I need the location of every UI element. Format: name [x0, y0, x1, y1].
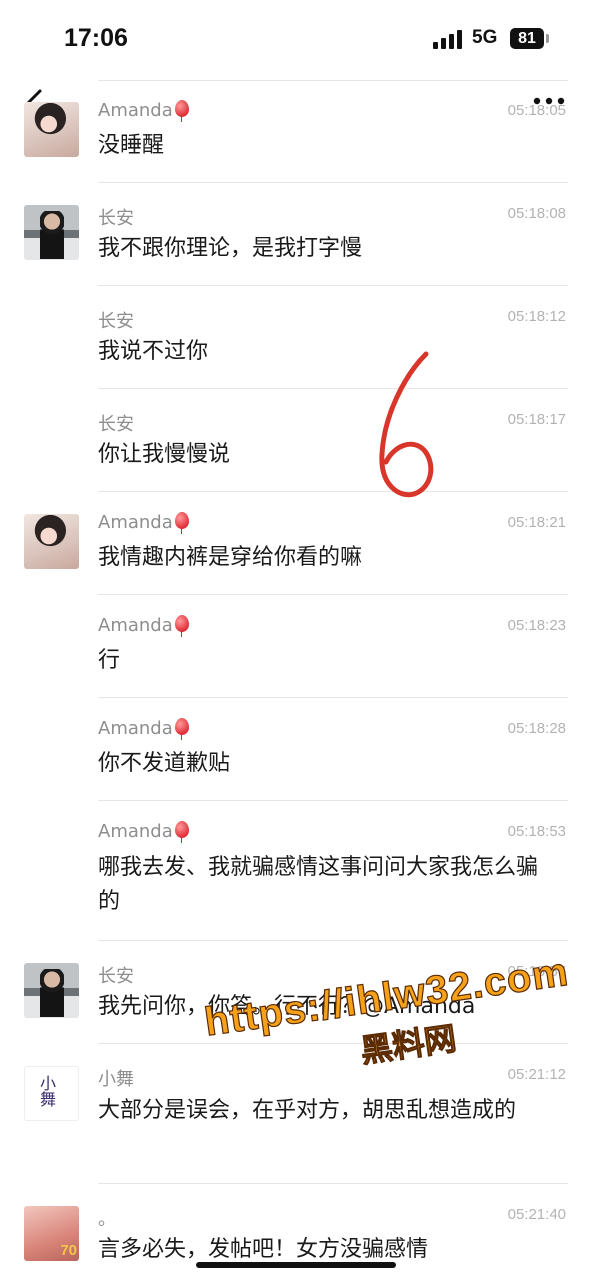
- message-text: 我情趣内裤是穿给你看的嘛: [98, 545, 363, 570]
- network-type: 5G: [472, 27, 498, 48]
- sender-name[interactable]: 长安: [98, 204, 134, 230]
- message-time: 05:18:17: [507, 411, 566, 428]
- sender-name[interactable]: Amanda: [98, 615, 189, 637]
- message-item[interactable]: Amanda 05:18:53 哪我去发、我就骗感情这事问问大家我怎么骗的: [0, 801, 592, 941]
- message-item[interactable]: 长安 05:18:17 你让我慢慢说: [0, 389, 592, 492]
- balloon-icon: [174, 615, 189, 637]
- message-text: 你让我慢慢说: [98, 442, 231, 467]
- amanda-avatar[interactable]: [24, 102, 79, 157]
- battery-tip: [546, 34, 549, 43]
- battery-icon: 81: [510, 28, 544, 49]
- message-time: 05:18:12: [507, 308, 566, 325]
- sender-name[interactable]: Amanda: [98, 821, 189, 843]
- message-time: 05:18:05: [507, 102, 566, 119]
- message-text: 没睡醒: [98, 133, 165, 158]
- dot-avatar[interactable]: 70: [24, 1206, 79, 1261]
- message-time: 05:18:28: [507, 720, 566, 737]
- status-bar: 17:06 5G 81: [0, 0, 592, 78]
- balloon-icon: [174, 512, 189, 534]
- handwritten-six-annotation: [379, 351, 434, 498]
- sender-name[interactable]: 长安: [98, 962, 134, 988]
- message-item[interactable]: Amanda 05:18:21 我情趣内裤是穿给你看的嘛: [0, 492, 592, 595]
- message-text: 我不跟你理论，是我打字慢: [98, 236, 363, 261]
- sender-name[interactable]: Amanda: [98, 718, 189, 740]
- sender-name[interactable]: 长安: [98, 410, 134, 436]
- message-text: 大部分是误会，在乎对方，胡思乱想造成的: [98, 1098, 517, 1123]
- message-time: 05:18:21: [507, 514, 566, 531]
- message-item[interactable]: 长安 05:18:08 我不跟你理论，是我打字慢: [0, 183, 592, 286]
- signal-bars-icon: [433, 29, 465, 49]
- message-text: 我说不过你: [98, 339, 209, 364]
- balloon-icon: [174, 821, 189, 843]
- sender-name[interactable]: Amanda: [98, 512, 189, 534]
- message-item[interactable]: Amanda 05:18:23 行: [0, 595, 592, 698]
- message-item[interactable]: 长安 05:18:12 我说不过你: [0, 286, 592, 389]
- message-text: 行: [98, 648, 121, 673]
- sender-name[interactable]: 小舞: [98, 1065, 134, 1091]
- message-text: 你不发道歉贴: [98, 751, 231, 776]
- status-time: 17:06: [64, 24, 128, 52]
- balloon-icon: [174, 100, 189, 122]
- message-item[interactable]: Amanda 05:18:28 你不发道歉贴: [0, 698, 592, 801]
- changan-avatar[interactable]: [24, 963, 79, 1018]
- sender-name[interactable]: 。: [98, 1205, 116, 1231]
- avatar-badge: 70: [60, 1242, 77, 1259]
- avatar-glyph: 小舞: [37, 1075, 56, 1107]
- message-text: 哪我去发、我就骗感情这事问问大家我怎么骗的: [98, 855, 539, 914]
- sender-name[interactable]: 长安: [98, 307, 134, 333]
- changan-avatar[interactable]: [24, 205, 79, 260]
- xiaowu-avatar[interactable]: 小舞: [24, 1066, 79, 1121]
- message-time: 05:18:08: [507, 205, 566, 222]
- message-time: 05:21:12: [507, 1066, 566, 1083]
- amanda-avatar[interactable]: [24, 514, 79, 569]
- message-time: 05:18:23: [507, 617, 566, 634]
- message-time: 05:18:53: [507, 823, 566, 840]
- message-time: 05:21:40: [507, 1206, 566, 1223]
- sender-name[interactable]: Amanda: [98, 100, 189, 122]
- balloon-icon: [174, 718, 189, 740]
- home-indicator[interactable]: [196, 1262, 396, 1268]
- message-item[interactable]: Amanda 05:18:05 没睡醒: [0, 80, 592, 183]
